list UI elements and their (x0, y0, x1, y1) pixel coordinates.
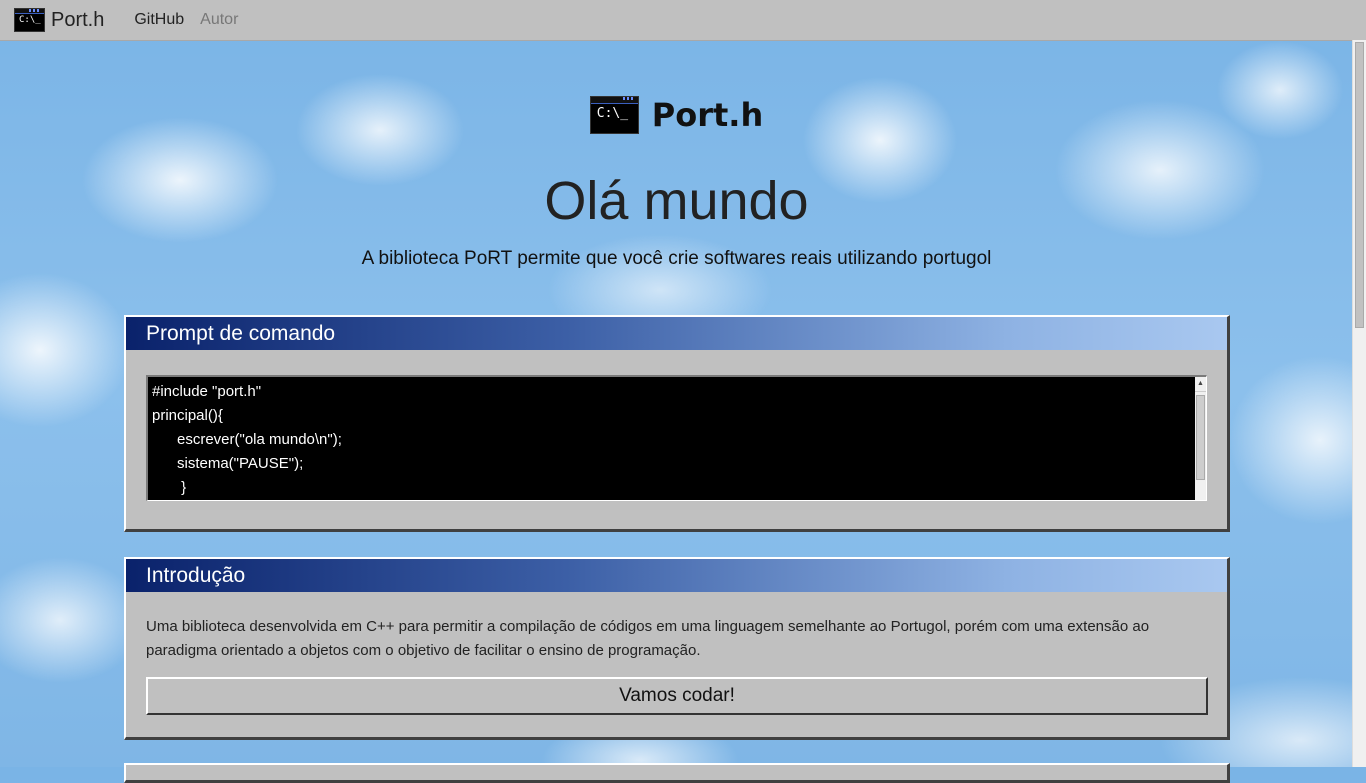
hero-brand-name: Port.h (651, 96, 764, 134)
page-title: Olá mundo (544, 171, 809, 231)
icon-text: C:\_ (19, 15, 41, 25)
page-subtitle: A biblioteca PoRT permite que você crie … (361, 248, 992, 269)
navbar-brand-name[interactable]: Port.h (51, 9, 104, 32)
nav-link-autor[interactable]: Autor (200, 11, 238, 29)
command-prompt-icon: C:\_ (14, 8, 45, 32)
code-scrollbar[interactable]: ▲ (1195, 377, 1206, 500)
hero-logo: C:\_ Port.h (0, 96, 1353, 134)
prompt-panel-title: Prompt de comando (126, 317, 1227, 350)
code-line: escrever("ola mundo\n"); (152, 431, 342, 448)
scroll-up-arrow-icon[interactable]: ▲ (1195, 377, 1206, 392)
page-scrollbar[interactable] (1352, 40, 1366, 767)
page-scrollbar-thumb[interactable] (1355, 42, 1364, 328)
intro-panel: Introdução Uma biblioteca desenvolvida e… (124, 557, 1230, 740)
vamos-codar-button[interactable]: Vamos codar! (146, 677, 1208, 715)
intro-panel-title: Introdução (126, 559, 1227, 592)
code-line: } (152, 479, 187, 496)
top-navbar: C:\_ Port.h GitHub Autor (0, 0, 1366, 41)
command-prompt-icon: C:\_ (589, 96, 639, 134)
icon-text: C:\_ (596, 106, 629, 121)
intro-description: Uma biblioteca desenvolvida em C++ para … (146, 618, 1150, 659)
prompt-panel: Prompt de comando #include "port.h" prin… (124, 315, 1230, 532)
code-line: sistema("PAUSE"); (152, 455, 304, 472)
code-line: #include "port.h" (152, 383, 262, 400)
navbar-brand[interactable]: C:\_ Port.h (14, 8, 104, 32)
code-textarea[interactable]: #include "port.h" principal(){ escrever(… (146, 375, 1207, 501)
code-line: principal(){ (152, 407, 223, 424)
code-scrollbar-thumb[interactable] (1196, 395, 1205, 480)
nav-link-github[interactable]: GitHub (134, 11, 184, 29)
next-panel (124, 763, 1230, 783)
